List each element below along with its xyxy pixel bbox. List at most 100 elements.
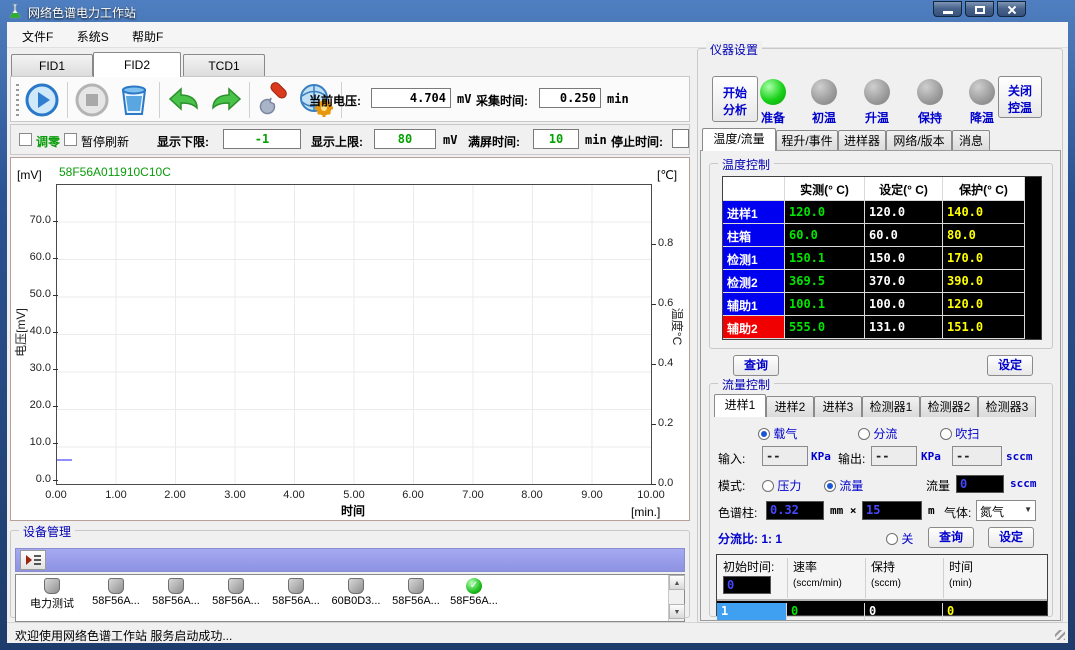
device-item[interactable]: 58F56A...: [266, 578, 326, 607]
y2-tick: 0.2: [658, 417, 673, 429]
tab-fid2[interactable]: FID2: [93, 52, 181, 77]
mode-pressure-radio[interactable]: 压力: [762, 477, 801, 494]
output-pressure-unit: KPa: [921, 450, 941, 463]
toolbar-grip[interactable]: [16, 84, 19, 116]
column-diameter-input[interactable]: 0.32: [766, 501, 824, 520]
device-item[interactable]: 58F56A...: [206, 578, 266, 607]
stop-time-input[interactable]: [672, 129, 689, 148]
tab-program-events[interactable]: 程升/事件: [776, 130, 838, 151]
temp-protect[interactable]: 151.0: [943, 316, 1025, 339]
menu-system[interactable]: 系统S: [67, 22, 119, 45]
minimize-button[interactable]: [933, 1, 962, 17]
start-acquisition-icon[interactable]: [24, 82, 60, 118]
redo-icon[interactable]: [208, 82, 244, 118]
flow-tab-det3[interactable]: 检测器3: [978, 396, 1036, 417]
program-rate-cell[interactable]: 0: [787, 603, 865, 620]
temp-set[interactable]: 100.0: [865, 293, 943, 316]
temp-row-name: 进样1: [723, 201, 785, 224]
temp-header-actual: 实测(° C): [785, 177, 865, 201]
resize-grip[interactable]: [1055, 630, 1065, 640]
undo-icon[interactable]: [166, 82, 202, 118]
flow-tab-det2[interactable]: 检测器2: [920, 396, 978, 417]
mode-flow-radio[interactable]: 流量: [824, 477, 863, 494]
tab-network-version[interactable]: 网络/版本: [886, 130, 952, 151]
stop-acquisition-icon[interactable]: [74, 82, 110, 118]
initial-time-input[interactable]: 0: [723, 576, 771, 594]
device-item[interactable]: 电力测试: [20, 578, 84, 611]
tab-temp-flow[interactable]: 温度/流量: [702, 128, 776, 151]
tab-injector[interactable]: 进样器: [838, 130, 886, 151]
column-length-input[interactable]: 15: [862, 501, 922, 520]
status-text: 欢迎使用网络色谱工作站 服务启动成功...: [15, 627, 232, 644]
temp-set[interactable]: 370.0: [865, 270, 943, 293]
close-heating-button[interactable]: 关闭 控温: [998, 76, 1042, 118]
flow-tab-inj2[interactable]: 进样2: [766, 396, 814, 417]
program-hold-cell[interactable]: 0: [865, 603, 943, 620]
menu-help[interactable]: 帮助F: [122, 22, 173, 45]
clear-data-icon[interactable]: [116, 82, 152, 118]
flow-tab-inj1[interactable]: 进样1: [714, 394, 766, 417]
chart-device-id: 58F56A011910C10C: [59, 165, 171, 179]
temp-query-button[interactable]: 查询: [733, 355, 779, 376]
device-item[interactable]: 58F56A...: [86, 578, 146, 607]
output-pressure-field[interactable]: --: [871, 446, 917, 466]
device-panel-title: 设备管理: [19, 523, 75, 540]
device-item[interactable]: ✓ 58F56A...: [444, 578, 504, 607]
temp-set[interactable]: 131.0: [865, 316, 943, 339]
zero-checkbox[interactable]: [19, 133, 32, 146]
temp-actual: 120.0: [785, 201, 865, 224]
y-axis-title: 电压[mV]: [12, 308, 29, 357]
flow-tab-inj3[interactable]: 进样3: [814, 396, 862, 417]
device-list-button[interactable]: [20, 550, 46, 570]
scroll-up-icon[interactable]: ▲: [669, 575, 685, 590]
display-settings-bar: 调零 暂停刷新 显示下限: -1 显示上限: 80 mV 满屏时间: 10 mi…: [10, 124, 690, 155]
split-off-radio[interactable]: 关: [886, 530, 913, 547]
close-button[interactable]: [997, 1, 1026, 17]
gas-dropdown[interactable]: 氮气 ▼: [976, 500, 1036, 521]
flow-set-button[interactable]: 设定: [988, 527, 1034, 548]
flow-readout-field[interactable]: --: [952, 446, 1002, 466]
led-ready-label: 准备: [751, 109, 795, 126]
device-icon: [168, 578, 184, 594]
tab-messages[interactable]: 消息: [952, 130, 990, 151]
device-item[interactable]: 58F56A...: [386, 578, 446, 607]
tab-fid1[interactable]: FID1: [11, 54, 93, 76]
temp-protect[interactable]: 80.0: [943, 224, 1025, 247]
device-item[interactable]: 60B0D3...: [326, 578, 386, 607]
temp-protect[interactable]: 170.0: [943, 247, 1025, 270]
y-tick: 50.0: [13, 288, 51, 300]
temp-set[interactable]: 120.0: [865, 201, 943, 224]
temp-set[interactable]: 60.0: [865, 224, 943, 247]
split-radio[interactable]: 分流: [858, 425, 897, 442]
purge-radio[interactable]: 吹扫: [940, 425, 979, 442]
pause-refresh-checkbox[interactable]: [64, 133, 77, 146]
temp-set[interactable]: 150.0: [865, 247, 943, 270]
display-lower-input[interactable]: -1: [223, 129, 301, 149]
device-item[interactable]: 58F56A...: [146, 578, 206, 607]
fullscreen-time-input[interactable]: 10: [533, 129, 579, 149]
column-end-unit: m: [928, 504, 935, 517]
program-time-cell[interactable]: 0: [943, 603, 1047, 620]
tab-tcd1[interactable]: TCD1: [183, 54, 265, 76]
temp-filler: [1025, 247, 1041, 270]
flow-tab-det1[interactable]: 检测器1: [862, 396, 920, 417]
program-row-index[interactable]: 1: [717, 603, 787, 620]
input-pressure-field[interactable]: --: [762, 446, 808, 466]
scroll-down-icon[interactable]: ▼: [669, 604, 685, 619]
maximize-button[interactable]: [965, 1, 994, 17]
temp-protect[interactable]: 140.0: [943, 201, 1025, 224]
chromatogram-chart: [mV] 58F56A011910C10C [℃] 70.0 60.0 50.0…: [10, 157, 690, 521]
setflow-input[interactable]: 0: [956, 475, 1004, 493]
display-upper-input[interactable]: 80: [374, 129, 436, 149]
config-tool-icon[interactable]: [256, 82, 292, 118]
temp-protect[interactable]: 120.0: [943, 293, 1025, 316]
device-label: 电力测试: [30, 598, 74, 610]
device-list-scrollbar[interactable]: ▲ ▼: [668, 575, 684, 621]
menu-file[interactable]: 文件F: [12, 22, 63, 45]
plot-area[interactable]: [56, 184, 652, 485]
carrier-gas-radio[interactable]: 载气: [758, 425, 797, 442]
flow-program-table: 初始时间: 0 速率 (sccm/min) 保持 (sccm): [716, 554, 1048, 616]
temp-set-button[interactable]: 设定: [987, 355, 1033, 376]
temp-protect[interactable]: 390.0: [943, 270, 1025, 293]
flow-query-button[interactable]: 查询: [928, 527, 974, 548]
